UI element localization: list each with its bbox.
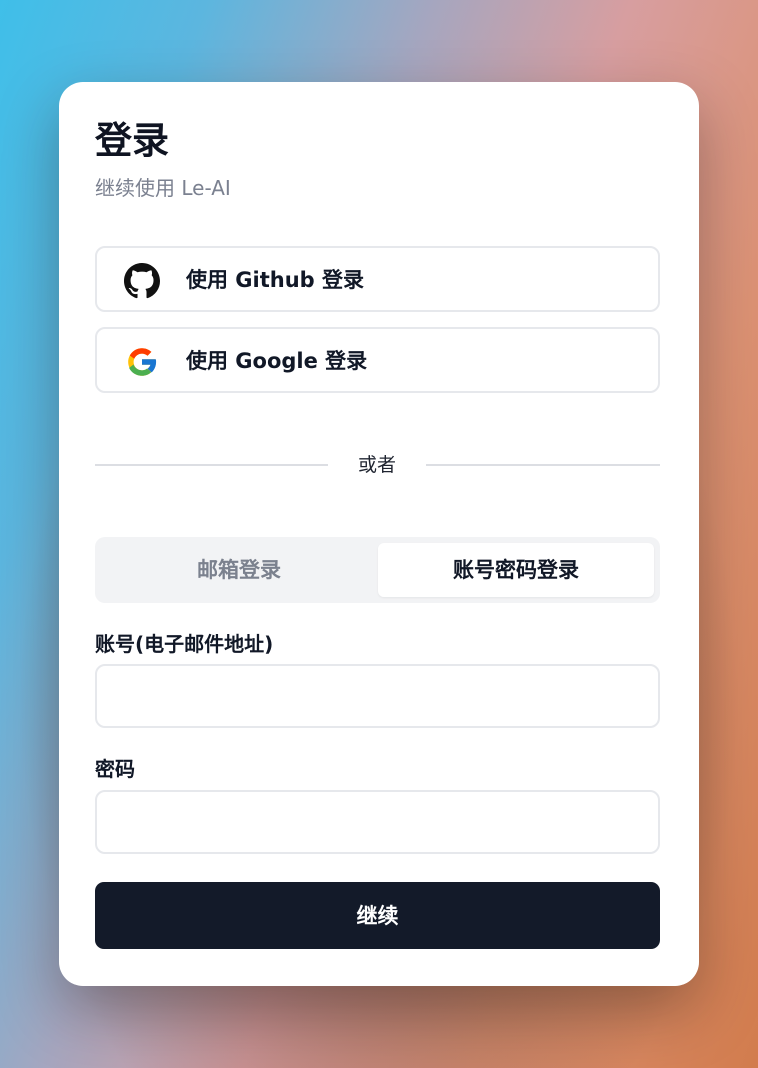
tab-email-login[interactable]: 邮箱登录 [101,543,377,597]
page-title: 登录 [95,119,169,162]
github-login-label: 使用 Github 登录 [186,268,365,292]
or-divider: 或者 [95,452,660,482]
password-input[interactable] [95,790,660,854]
github-icon [124,263,160,299]
google-login-button[interactable]: 使用 Google 登录 [95,327,660,393]
login-card: 登录 继续使用 Le-AI 使用 Github 登录 使用 Google 登录 … [59,82,699,986]
divider-text: 或者 [357,454,396,476]
github-login-button[interactable]: 使用 Github 登录 [95,246,660,312]
tab-account-password-login[interactable]: 账号密码登录 [378,543,654,597]
divider-line-right [426,464,660,466]
password-field-label: 密码 [95,757,135,781]
account-field-label: 账号(电子邮件地址) [95,632,274,656]
account-input[interactable] [95,664,660,728]
google-login-label: 使用 Google 登录 [186,349,368,373]
page-subtitle: 继续使用 Le-AI [95,176,231,200]
google-icon [128,348,157,376]
login-method-tabs: 邮箱登录 账号密码登录 [95,537,660,603]
continue-button[interactable]: 继续 [95,882,660,949]
divider-line-left [95,464,328,466]
